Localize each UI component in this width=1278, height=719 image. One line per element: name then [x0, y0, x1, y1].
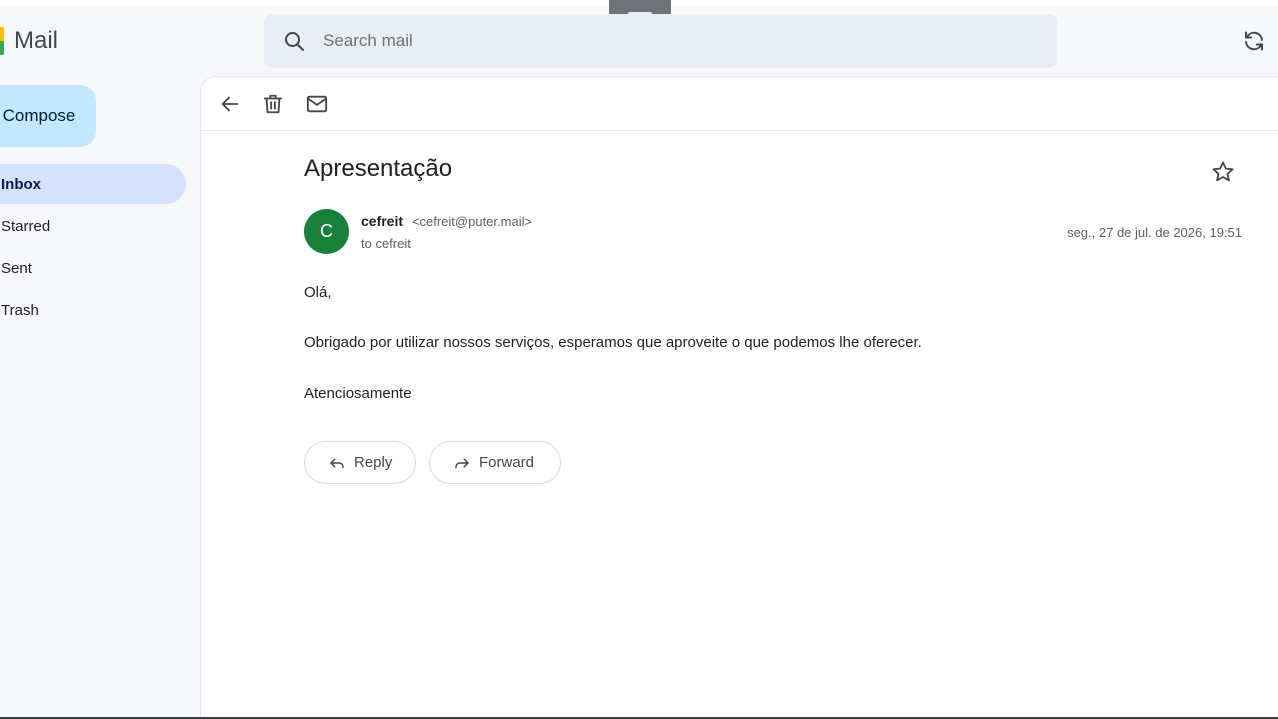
search-input[interactable] [321, 30, 921, 52]
reply-icon [330, 458, 344, 468]
sidebar-item-trash[interactable]: Trash [0, 290, 186, 330]
forward-label: Forward [479, 454, 535, 471]
message-body-greeting: Olá, [304, 284, 332, 301]
sidebar-item-inbox[interactable]: Inbox [0, 164, 186, 204]
refresh-icon[interactable] [1242, 29, 1266, 53]
forward-icon [455, 458, 469, 468]
sender-email: <cefreit@puter.mail> [411, 214, 533, 229]
message-date: seg., 27 de jul. de 2026, 19:51 [1067, 225, 1242, 240]
reply-label: Reply [354, 454, 393, 471]
message-body-text: Obrigado por utilizar nossos serviços, e… [304, 334, 922, 351]
app-logo[interactable]: Mail [0, 26, 58, 56]
back-button[interactable] [218, 92, 242, 116]
message-body-signoff: Atenciosamente [304, 385, 412, 402]
sidebar-item-starred[interactable]: Starred [0, 206, 186, 246]
search-bar[interactable] [264, 14, 1057, 68]
mark-unread-button[interactable] [305, 92, 329, 116]
compose-button[interactable]: Compose [0, 85, 96, 147]
recipient-line: to cefreit [361, 236, 411, 251]
message-subject: Apresentação [304, 155, 453, 182]
trash-icon [263, 94, 283, 114]
sidebar-nav: Inbox Starred Sent Trash [0, 164, 186, 332]
app-title: Mail [14, 27, 59, 54]
forward-button[interactable]: Forward [429, 441, 561, 484]
sender-avatar: C [304, 209, 349, 254]
sender-name: cefreit [361, 213, 404, 229]
sidebar-item-sent[interactable]: Sent [0, 248, 186, 288]
search-icon[interactable] [282, 29, 306, 53]
back-arrow-icon [221, 96, 239, 112]
message-panel: Apresentação C cefreit <cefreit@puter.ma… [200, 76, 1278, 719]
delete-button[interactable] [261, 92, 285, 116]
sender-line: cefreit <cefreit@puter.mail> [361, 213, 532, 229]
star-icon[interactable] [1211, 160, 1235, 184]
reply-button[interactable]: Reply [304, 441, 416, 484]
message-toolbar [201, 77, 1278, 131]
mail-icon [306, 95, 328, 113]
mail-logo-icon [0, 27, 4, 55]
